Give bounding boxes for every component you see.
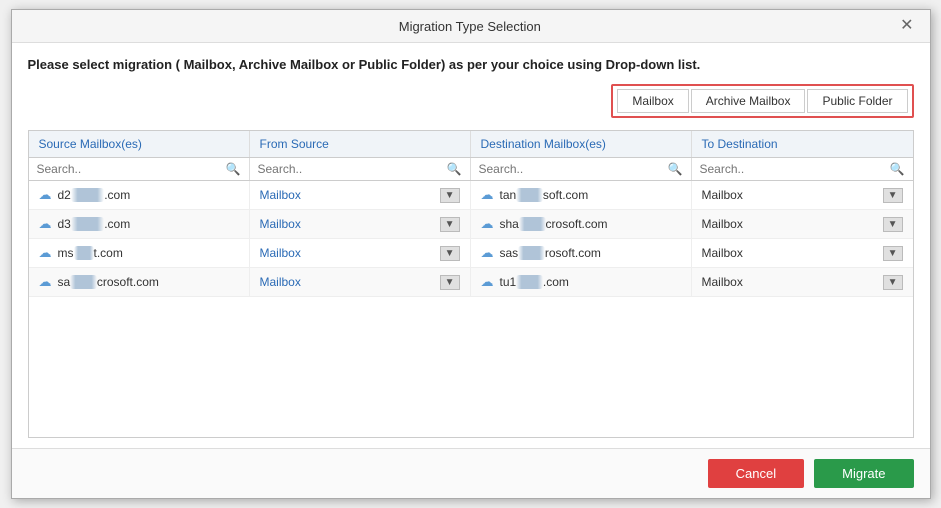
blur-text [519, 217, 546, 231]
blur-text [518, 246, 545, 260]
dialog-footer: Cancel Migrate [12, 448, 930, 498]
dialog-title: Migration Type Selection [44, 19, 897, 34]
to-type: Mailbox [702, 246, 743, 260]
cloud-icon: ☁ [481, 187, 494, 203]
table-row: ☁ sa crosoft.com Mailbox ▼ ☁ tu1 .com Ma… [29, 268, 913, 297]
close-button[interactable]: ✕ [896, 18, 917, 34]
source-cell: ☁ ms t.com [29, 239, 250, 267]
dest-search-input[interactable] [479, 162, 664, 176]
col-to-dest: To Destination [692, 131, 913, 157]
dest-cell: ☁ sha crosoft.com [471, 210, 692, 238]
blur-text [74, 246, 94, 260]
dest-search-cell: 🔍 [471, 158, 692, 180]
to-cell: Mailbox ▼ [692, 239, 913, 267]
from-cell: Mailbox ▼ [250, 210, 471, 238]
from-type[interactable]: Mailbox [260, 188, 301, 202]
from-search-cell: 🔍 [250, 158, 471, 180]
source-cell: ☁ d3 .com [29, 210, 250, 238]
to-dropdown[interactable]: ▼ [883, 275, 903, 290]
blur-text [71, 188, 104, 202]
to-dropdown[interactable]: ▼ [883, 217, 903, 232]
to-cell: Mailbox ▼ [692, 268, 913, 296]
to-dropdown[interactable]: ▼ [883, 188, 903, 203]
cancel-button[interactable]: Cancel [708, 459, 804, 488]
dest-cell: ☁ tan soft.com [471, 181, 692, 209]
to-search-icon[interactable]: 🔍 [890, 162, 905, 176]
from-dropdown[interactable]: ▼ [440, 188, 460, 203]
from-cell: Mailbox ▼ [250, 268, 471, 296]
dialog-body: Please select migration ( Mailbox, Archi… [12, 43, 930, 448]
table-row: ☁ d2 .com Mailbox ▼ ☁ tan soft.com Mailb… [29, 181, 913, 210]
cloud-icon: ☁ [39, 245, 52, 261]
cloud-icon: ☁ [39, 274, 52, 290]
from-dropdown[interactable]: ▼ [440, 217, 460, 232]
archive-type-button[interactable]: Archive Mailbox [691, 89, 806, 113]
instruction-text: Please select migration ( Mailbox, Archi… [28, 57, 914, 72]
cloud-icon: ☁ [481, 245, 494, 261]
to-type: Mailbox [702, 217, 743, 231]
source-cell: ☁ sa crosoft.com [29, 268, 250, 296]
search-row: 🔍 🔍 🔍 🔍 [29, 158, 913, 181]
source-search-input[interactable] [37, 162, 222, 176]
type-buttons-group: Mailbox Archive Mailbox Public Folder [611, 84, 913, 118]
from-dropdown[interactable]: ▼ [440, 246, 460, 261]
dest-cell: ☁ sas rosoft.com [471, 239, 692, 267]
migration-table: Source Mailbox(es) From Source Destinati… [28, 130, 914, 438]
to-search-cell: 🔍 [692, 158, 913, 180]
from-type[interactable]: Mailbox [260, 246, 301, 260]
col-source-mailbox: Source Mailbox(es) [29, 131, 250, 157]
dest-cell: ☁ tu1 .com [471, 268, 692, 296]
title-bar: Migration Type Selection ✕ [12, 10, 930, 43]
public-folder-type-button[interactable]: Public Folder [807, 89, 907, 113]
cloud-icon: ☁ [481, 274, 494, 290]
cloud-icon: ☁ [39, 187, 52, 203]
blur-text [516, 188, 543, 202]
from-cell: Mailbox ▼ [250, 181, 471, 209]
migrate-button[interactable]: Migrate [814, 459, 913, 488]
to-dropdown[interactable]: ▼ [883, 246, 903, 261]
migration-dialog: Migration Type Selection ✕ Please select… [11, 9, 931, 499]
to-type: Mailbox [702, 275, 743, 289]
col-from-source: From Source [250, 131, 471, 157]
mailbox-type-button[interactable]: Mailbox [617, 89, 688, 113]
to-type: Mailbox [702, 188, 743, 202]
from-search-input[interactable] [258, 162, 443, 176]
col-dest-mailbox: Destination Mailbox(es) [471, 131, 692, 157]
source-email: d3 .com [58, 217, 131, 231]
blur-text [516, 275, 543, 289]
source-email: sa crosoft.com [58, 275, 159, 289]
source-cell: ☁ d2 .com [29, 181, 250, 209]
cloud-icon: ☁ [39, 216, 52, 232]
cloud-icon: ☁ [481, 216, 494, 232]
dest-email: tu1 .com [500, 275, 569, 289]
to-cell: Mailbox ▼ [692, 210, 913, 238]
table-row: ☁ ms t.com Mailbox ▼ ☁ sas rosoft.com Ma… [29, 239, 913, 268]
source-search-icon[interactable]: 🔍 [226, 162, 241, 176]
blur-text [70, 275, 97, 289]
source-email: ms t.com [58, 246, 123, 260]
from-cell: Mailbox ▼ [250, 239, 471, 267]
from-search-icon[interactable]: 🔍 [447, 162, 462, 176]
to-search-input[interactable] [700, 162, 886, 176]
source-search-cell: 🔍 [29, 158, 250, 180]
dest-email: sha crosoft.com [500, 217, 608, 231]
to-cell: Mailbox ▼ [692, 181, 913, 209]
from-dropdown[interactable]: ▼ [440, 275, 460, 290]
blur-text [71, 217, 104, 231]
data-rows: ☁ d2 .com Mailbox ▼ ☁ tan soft.com Mailb… [29, 181, 913, 297]
source-email: d2 .com [58, 188, 131, 202]
from-type[interactable]: Mailbox [260, 217, 301, 231]
dest-email: tan soft.com [500, 188, 589, 202]
from-type[interactable]: Mailbox [260, 275, 301, 289]
dest-email: sas rosoft.com [500, 246, 601, 260]
table-row: ☁ d3 .com Mailbox ▼ ☁ sha crosoft.com Ma… [29, 210, 913, 239]
table-header-row: Source Mailbox(es) From Source Destinati… [29, 131, 913, 158]
dest-search-icon[interactable]: 🔍 [668, 162, 683, 176]
